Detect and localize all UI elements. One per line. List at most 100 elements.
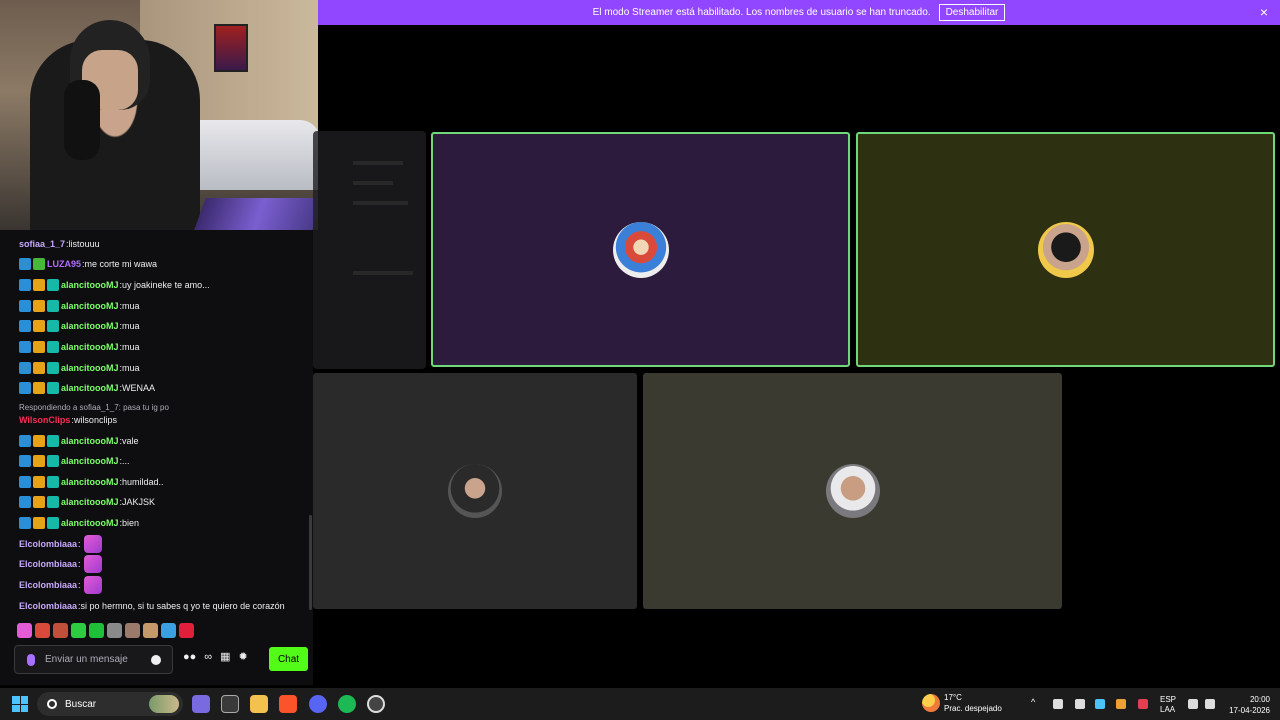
- participant-tile-3[interactable]: [313, 373, 637, 609]
- teal-badge-icon[interactable]: [47, 455, 59, 467]
- blue-badge-icon[interactable]: [19, 362, 31, 374]
- emote-icon[interactable]: [71, 623, 86, 638]
- green-badge-icon[interactable]: [33, 258, 45, 270]
- brave-browser-icon[interactable]: [279, 695, 297, 713]
- gold-badge-icon[interactable]: [33, 435, 45, 447]
- cloud-icon[interactable]: [1095, 699, 1105, 709]
- emote-icon[interactable]: [161, 623, 176, 638]
- windows-start-icon[interactable]: [12, 696, 28, 712]
- emote-icon[interactable]: [35, 623, 50, 638]
- weather-widget[interactable]: 17°C Prac. despejado: [922, 692, 1002, 714]
- blue-badge-icon[interactable]: [19, 517, 31, 529]
- blue-badge-icon[interactable]: [19, 300, 31, 312]
- chat-username[interactable]: alancitoooMJ: [61, 436, 119, 446]
- gold-badge-icon[interactable]: [33, 279, 45, 291]
- participant-tile-1[interactable]: [431, 132, 850, 367]
- blue-badge-icon[interactable]: [19, 382, 31, 394]
- chat-username[interactable]: alancitoooMJ: [61, 342, 119, 352]
- chat-scrollbar[interactable]: [309, 515, 312, 610]
- emote-icon[interactable]: [179, 623, 194, 638]
- emote-icon[interactable]: [53, 623, 68, 638]
- tray-app-icon[interactable]: [1053, 699, 1063, 709]
- network-icon[interactable]: [1188, 699, 1198, 709]
- teal-badge-icon[interactable]: [47, 279, 59, 291]
- microphone-icon[interactable]: [27, 653, 35, 666]
- app-icon[interactable]: [367, 695, 385, 713]
- teal-badge-icon[interactable]: [47, 496, 59, 508]
- blue-badge-icon[interactable]: [19, 496, 31, 508]
- file-explorer-icon[interactable]: [250, 695, 268, 713]
- chat-username[interactable]: Elcolombiaaa: [19, 559, 77, 569]
- teal-badge-icon[interactable]: [47, 341, 59, 353]
- chat-message: alancitoooMJ: mua: [19, 337, 140, 357]
- blue-badge-icon[interactable]: [19, 455, 31, 467]
- teal-badge-icon[interactable]: [47, 362, 59, 374]
- blue-badge-icon[interactable]: [19, 320, 31, 332]
- gold-badge-icon[interactable]: [33, 496, 45, 508]
- gold-badge-icon[interactable]: [33, 362, 45, 374]
- blue-badge-icon[interactable]: [19, 279, 31, 291]
- chevron-up-icon[interactable]: ^: [1031, 697, 1041, 707]
- participant-tile-4[interactable]: [643, 373, 1062, 609]
- send-chat-button[interactable]: Chat: [269, 647, 308, 671]
- chat-username[interactable]: alancitoooMJ: [61, 363, 119, 373]
- bluetooth-icon[interactable]: [1075, 699, 1085, 709]
- teal-badge-icon[interactable]: [47, 382, 59, 394]
- teal-badge-icon[interactable]: [47, 435, 59, 447]
- chat-username[interactable]: Elcolombiaaa: [19, 580, 77, 590]
- gold-badge-icon[interactable]: [33, 476, 45, 488]
- chat-username[interactable]: alancitoooMJ: [61, 497, 119, 507]
- chat-username[interactable]: Elcolombiaaa: [19, 601, 77, 611]
- gold-badge-icon[interactable]: [33, 300, 45, 312]
- volume-icon[interactable]: [1205, 699, 1215, 709]
- chat-message-list[interactable]: sofiaa_1_7: listouuu LUZA95: me corte mi …: [0, 232, 313, 614]
- teams-icon[interactable]: [192, 695, 210, 713]
- emote-icon[interactable]: [17, 623, 32, 638]
- gold-badge-icon[interactable]: [33, 382, 45, 394]
- emoji-icon[interactable]: [151, 654, 161, 665]
- taskbar-search[interactable]: Buscar: [37, 692, 183, 716]
- teal-badge-icon[interactable]: [47, 517, 59, 529]
- task-view-icon[interactable]: [221, 695, 239, 713]
- discord-icon[interactable]: [309, 695, 327, 713]
- chat-username[interactable]: WilsonClips: [19, 415, 70, 425]
- chat-username[interactable]: alancitoooMJ: [61, 280, 119, 290]
- teal-badge-icon[interactable]: [47, 300, 59, 312]
- participant-tile-2[interactable]: [856, 132, 1275, 367]
- gold-badge-icon[interactable]: [33, 341, 45, 353]
- infinity-icon[interactable]: ∞: [204, 651, 212, 663]
- emote-icon[interactable]: [107, 623, 122, 638]
- chat-username[interactable]: Elcolombiaaa: [19, 539, 77, 549]
- blue-badge-icon[interactable]: [19, 435, 31, 447]
- tray-app-icon[interactable]: [1116, 699, 1126, 709]
- gold-badge-icon[interactable]: [33, 320, 45, 332]
- chat-username[interactable]: alancitoooMJ: [61, 518, 119, 528]
- chat-username[interactable]: alancitoooMJ: [61, 456, 119, 466]
- system-clock[interactable]: 20:00 17-04-2026: [1229, 694, 1270, 716]
- blue-badge-icon[interactable]: [19, 258, 31, 270]
- blue-badge-icon[interactable]: [19, 341, 31, 353]
- chat-username[interactable]: alancitoooMJ: [61, 383, 119, 393]
- teal-badge-icon[interactable]: [47, 476, 59, 488]
- chat-username[interactable]: alancitoooMJ: [61, 477, 119, 487]
- tray-app-icon[interactable]: [1138, 699, 1148, 709]
- close-icon[interactable]: ×: [1260, 4, 1268, 20]
- gear-icon[interactable]: ✹: [239, 650, 248, 663]
- chat-username[interactable]: sofiaa_1_7: [19, 239, 65, 249]
- store-icon[interactable]: ▦: [220, 650, 230, 663]
- emote-icon[interactable]: [143, 623, 158, 638]
- chat-username[interactable]: alancitoooMJ: [61, 301, 119, 311]
- blue-badge-icon[interactable]: [19, 476, 31, 488]
- users-icon[interactable]: ●●: [183, 651, 196, 663]
- disable-streamer-mode-button[interactable]: Deshabilitar: [938, 4, 1006, 21]
- chat-username[interactable]: LUZA95: [47, 259, 81, 269]
- emote-icon[interactable]: [125, 623, 140, 638]
- teal-badge-icon[interactable]: [47, 320, 59, 332]
- gold-badge-icon[interactable]: [33, 517, 45, 529]
- gold-badge-icon[interactable]: [33, 455, 45, 467]
- chat-username[interactable]: alancitoooMJ: [61, 321, 119, 331]
- spotify-icon[interactable]: [338, 695, 356, 713]
- language-indicator[interactable]: ESP LAA: [1160, 695, 1176, 715]
- chat-message-input[interactable]: [45, 654, 149, 665]
- emote-icon[interactable]: [89, 623, 104, 638]
